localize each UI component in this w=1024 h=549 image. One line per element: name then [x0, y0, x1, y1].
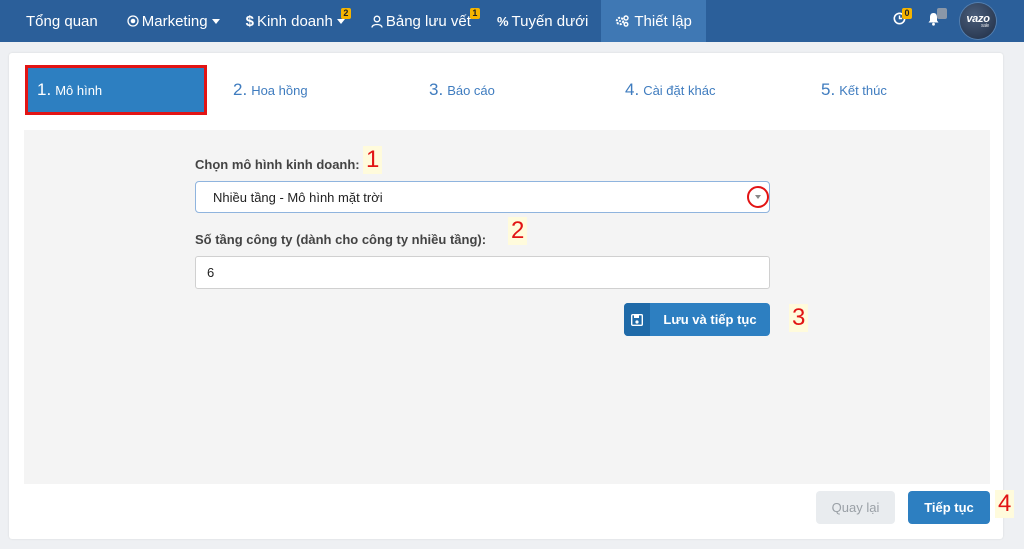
annotation-4: 4 [995, 490, 1015, 518]
bell-badge [937, 8, 947, 19]
nav-right-group: 0 vazo sale [882, 0, 1024, 42]
save-and-continue-label: Lưu và tiếp tục [663, 312, 757, 327]
percent-icon: % [496, 13, 509, 29]
nav-marketing-label: Marketing [141, 12, 208, 30]
step-number: 4. [625, 80, 640, 99]
avatar-logo-subtext: sale [981, 23, 989, 29]
business-model-label: Chọn mô hình kinh doanh: [195, 157, 360, 172]
step-number: 1. [37, 80, 52, 99]
company-levels-label: Số tầng công ty (dành cho công ty nhiều … [195, 232, 487, 247]
notifications-button[interactable] [916, 0, 950, 42]
next-button[interactable]: Tiếp tục [908, 491, 990, 524]
nav-downline[interactable]: % Tuyến dưới [484, 0, 601, 42]
business-model-value: Nhiều tầng - Mô hình mặt trời [213, 189, 383, 205]
nav-downline-label: Tuyến dưới [511, 12, 589, 30]
annotation-2: 2 [508, 217, 528, 245]
step-label: Hoa hồng [251, 82, 308, 98]
nav-marketing[interactable]: Marketing [111, 0, 233, 42]
step-number: 3. [429, 80, 444, 99]
step-tab-finish[interactable]: 5. Kết thúc [821, 65, 887, 115]
nav-business-label: Kinh doanh [256, 12, 333, 30]
target-icon [127, 15, 139, 27]
nav-settings-label: Thiết lập [634, 12, 692, 30]
step-number: 5. [821, 80, 836, 99]
company-levels-field[interactable]: 6 [195, 256, 770, 289]
annotation-1: 1 [363, 146, 383, 174]
top-navbar: Tổng quan Marketing $ Kinh doanh 2 Bảng … [0, 0, 1024, 42]
chevron-down-icon [336, 18, 345, 24]
step-label: Báo cáo [447, 82, 495, 98]
step-tab-commission[interactable]: 2. Hoa hồng [233, 65, 308, 115]
nav-settings[interactable]: Thiết lập [601, 0, 706, 42]
company-levels-value: 6 [207, 265, 215, 280]
gears-icon [615, 15, 630, 27]
floppy-disk-icon [624, 303, 650, 336]
nav-trace-log[interactable]: Bảng lưu vết 1 [358, 0, 484, 42]
step-tab-report[interactable]: 3. Báo cáo [429, 65, 495, 115]
annotation-3: 3 [789, 304, 809, 332]
step-tab-model[interactable]: 1. Mô hình [25, 65, 207, 115]
nav-overview-label: Tổng quan [26, 12, 98, 30]
nav-business-badge: 2 [340, 8, 351, 19]
user-icon [371, 15, 383, 28]
step-content-panel: Chọn mô hình kinh doanh: 1 Nhiều tầng - … [24, 130, 990, 484]
chevron-down-icon [211, 18, 220, 24]
step-tab-other-settings[interactable]: 4. Cài đặt khác [625, 65, 715, 115]
back-button-label: Quay lại [831, 500, 880, 515]
chevron-down-icon[interactable] [747, 186, 769, 208]
dollar-icon: $ [245, 12, 254, 30]
business-model-select[interactable]: Nhiều tầng - Mô hình mặt trời [195, 181, 770, 213]
step-number: 2. [233, 80, 248, 99]
timer-badge: 0 [902, 8, 912, 19]
next-button-label: Tiếp tục [924, 500, 974, 515]
step-label: Kết thúc [839, 82, 887, 98]
avatar[interactable]: vazo sale [960, 3, 996, 39]
timer-button[interactable]: 0 [882, 0, 916, 42]
nav-trace-log-badge: 1 [469, 8, 480, 19]
save-and-continue-button[interactable]: Lưu và tiếp tục [624, 303, 770, 336]
nav-business[interactable]: $ Kinh doanh 2 [233, 0, 358, 42]
nav-overview[interactable]: Tổng quan [0, 0, 111, 42]
wizard-card: 1. Mô hình 2. Hoa hồng 3. Báo cáo 4. Cài… [9, 53, 1003, 539]
step-label: Cài đặt khác [643, 82, 716, 98]
step-label: Mô hình [55, 82, 103, 98]
back-button[interactable]: Quay lại [816, 491, 895, 524]
nav-trace-log-label: Bảng lưu vết [385, 12, 471, 30]
